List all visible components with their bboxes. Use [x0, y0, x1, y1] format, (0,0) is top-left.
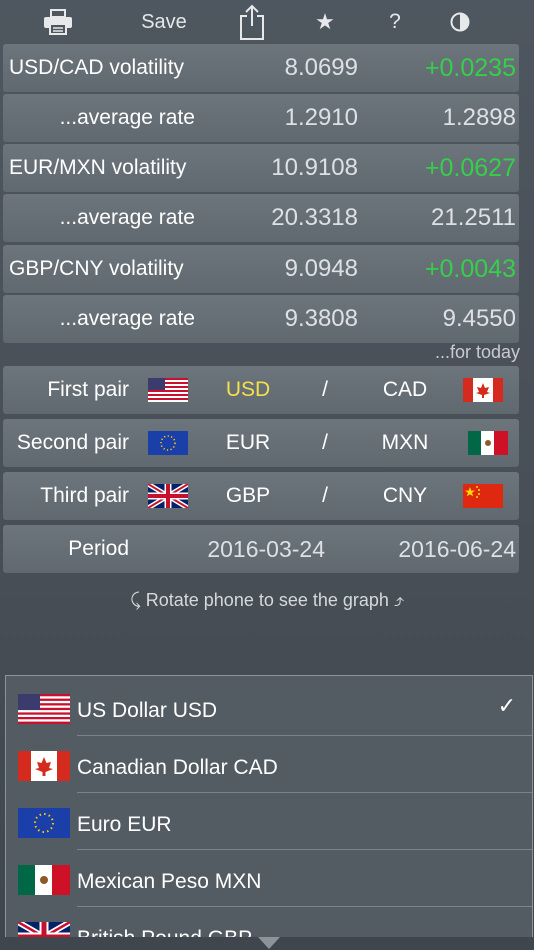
currency-picker: US Dollar USD ✓ Canadian Dollar CAD Euro…: [5, 675, 533, 937]
volatility-change: +0.0235: [424, 54, 516, 82]
average-rate-start: 20.3318: [271, 204, 358, 231]
average-rate-end: 1.2898: [442, 104, 516, 131]
picker-item-gbp[interactable]: British Pound GBP: [6, 907, 532, 937]
for-today-note: ...for today: [434, 342, 520, 362]
average-rate-label: ...average rate: [59, 206, 195, 229]
canada-flag-icon: [18, 751, 70, 781]
picker-item-label: US Dollar USD: [77, 699, 218, 722]
average-rate-label: ...average rate: [59, 106, 195, 129]
average-rate-end: 9.4550: [442, 305, 516, 332]
picker-item-cad[interactable]: Canadian Dollar CAD: [6, 736, 532, 793]
eu-flag-icon: [18, 808, 70, 838]
pair-slash: /: [322, 431, 328, 454]
picker-item-mxn[interactable]: Mexican Peso MXN: [6, 850, 532, 907]
volatility-pair-label: GBP/CNY volatility: [9, 257, 184, 280]
average-rate-row-gbp-cny[interactable]: ...average rate 9.3808 9.4550: [3, 295, 519, 343]
favorites-button[interactable]: ★: [305, 0, 345, 44]
base-currency-button[interactable]: GBP: [208, 472, 288, 520]
average-rate-start: 9.3808: [284, 305, 358, 332]
picker-item-label: British Pound GBP: [77, 907, 252, 937]
checkmark-icon: ✓: [497, 693, 516, 718]
quote-currency-button[interactable]: MXN: [365, 419, 445, 467]
period-label: Period: [68, 537, 129, 560]
volatility-pair-label: USD/CAD volatility: [9, 56, 185, 79]
quote-currency-button[interactable]: CNY: [365, 472, 445, 520]
toolbar: Save ★ ?: [0, 0, 534, 44]
pair-label: First pair: [47, 378, 129, 401]
china-flag-icon: [463, 484, 503, 508]
us-flag-icon: [18, 694, 70, 724]
period-end-date[interactable]: 2016-06-24: [398, 525, 516, 573]
pair-slash: /: [322, 484, 328, 507]
uk-flag-icon: [148, 484, 188, 508]
volatility-change: +0.0043: [424, 255, 516, 283]
help-button[interactable]: ?: [375, 0, 415, 44]
period-row[interactable]: Period 2016-03-24 2016-06-24: [3, 525, 519, 573]
mexico-flag-icon: [18, 865, 70, 895]
volatility-value: 10.9108: [271, 154, 358, 181]
canada-flag-icon: [463, 378, 503, 402]
pair-slash: /: [322, 378, 328, 401]
volatility-value: 9.0948: [284, 255, 358, 282]
quote-currency-button[interactable]: CAD: [365, 366, 445, 414]
mexico-flag-icon: [468, 431, 508, 455]
rotate-hint: ⤹ Rotate phone to see the graph ⤴: [129, 590, 405, 610]
us-flag-icon: [148, 378, 188, 402]
printer-icon: [44, 9, 72, 35]
volatility-row-gbp-cny[interactable]: GBP/CNY volatility 9.0948 +0.0043: [3, 245, 519, 293]
pair-label: Second pair: [16, 431, 129, 454]
first-pair-row[interactable]: First pair USD / CAD: [3, 366, 519, 414]
third-pair-row[interactable]: Third pair GBP / CNY: [3, 472, 519, 520]
picker-caret-icon: [258, 937, 280, 949]
picker-item-eur[interactable]: Euro EUR: [6, 793, 532, 850]
contrast-button[interactable]: [440, 0, 480, 44]
average-rate-row-eur-mxn[interactable]: ...average rate 20.3318 21.2511: [3, 194, 519, 242]
contrast-icon: [450, 12, 470, 32]
base-currency-button[interactable]: USD: [208, 366, 288, 414]
average-rate-start: 1.2910: [284, 104, 358, 131]
volatility-value: 8.0699: [284, 54, 358, 81]
picker-item-label: Euro EUR: [77, 813, 172, 836]
picker-item-label: Mexican Peso MXN: [77, 870, 262, 893]
second-pair-row[interactable]: Second pair EUR / MXN: [3, 419, 519, 467]
share-icon: [240, 4, 264, 40]
print-button[interactable]: [38, 0, 78, 44]
volatility-pair-label: EUR/MXN volatility: [9, 156, 187, 179]
average-rate-label: ...average rate: [59, 307, 195, 330]
average-rate-row-usd-cad[interactable]: ...average rate 1.2910 1.2898: [3, 94, 519, 142]
share-button[interactable]: [232, 0, 272, 44]
period-start-date[interactable]: 2016-03-24: [207, 525, 325, 573]
uk-flag-icon: [18, 922, 70, 937]
pair-label: Third pair: [40, 484, 129, 507]
volatility-row-eur-mxn[interactable]: EUR/MXN volatility 10.9108 +0.0627: [3, 144, 519, 192]
average-rate-end: 21.2511: [431, 204, 516, 231]
picker-item-usd[interactable]: US Dollar USD ✓: [6, 679, 532, 736]
volatility-row-usd-cad[interactable]: USD/CAD volatility 8.0699 +0.0235: [3, 44, 519, 92]
save-button[interactable]: Save: [124, 0, 204, 44]
volatility-change: +0.0627: [424, 154, 516, 182]
picker-item-label: Canadian Dollar CAD: [77, 756, 278, 779]
base-currency-button[interactable]: EUR: [208, 419, 288, 467]
eu-flag-icon: [148, 431, 188, 455]
